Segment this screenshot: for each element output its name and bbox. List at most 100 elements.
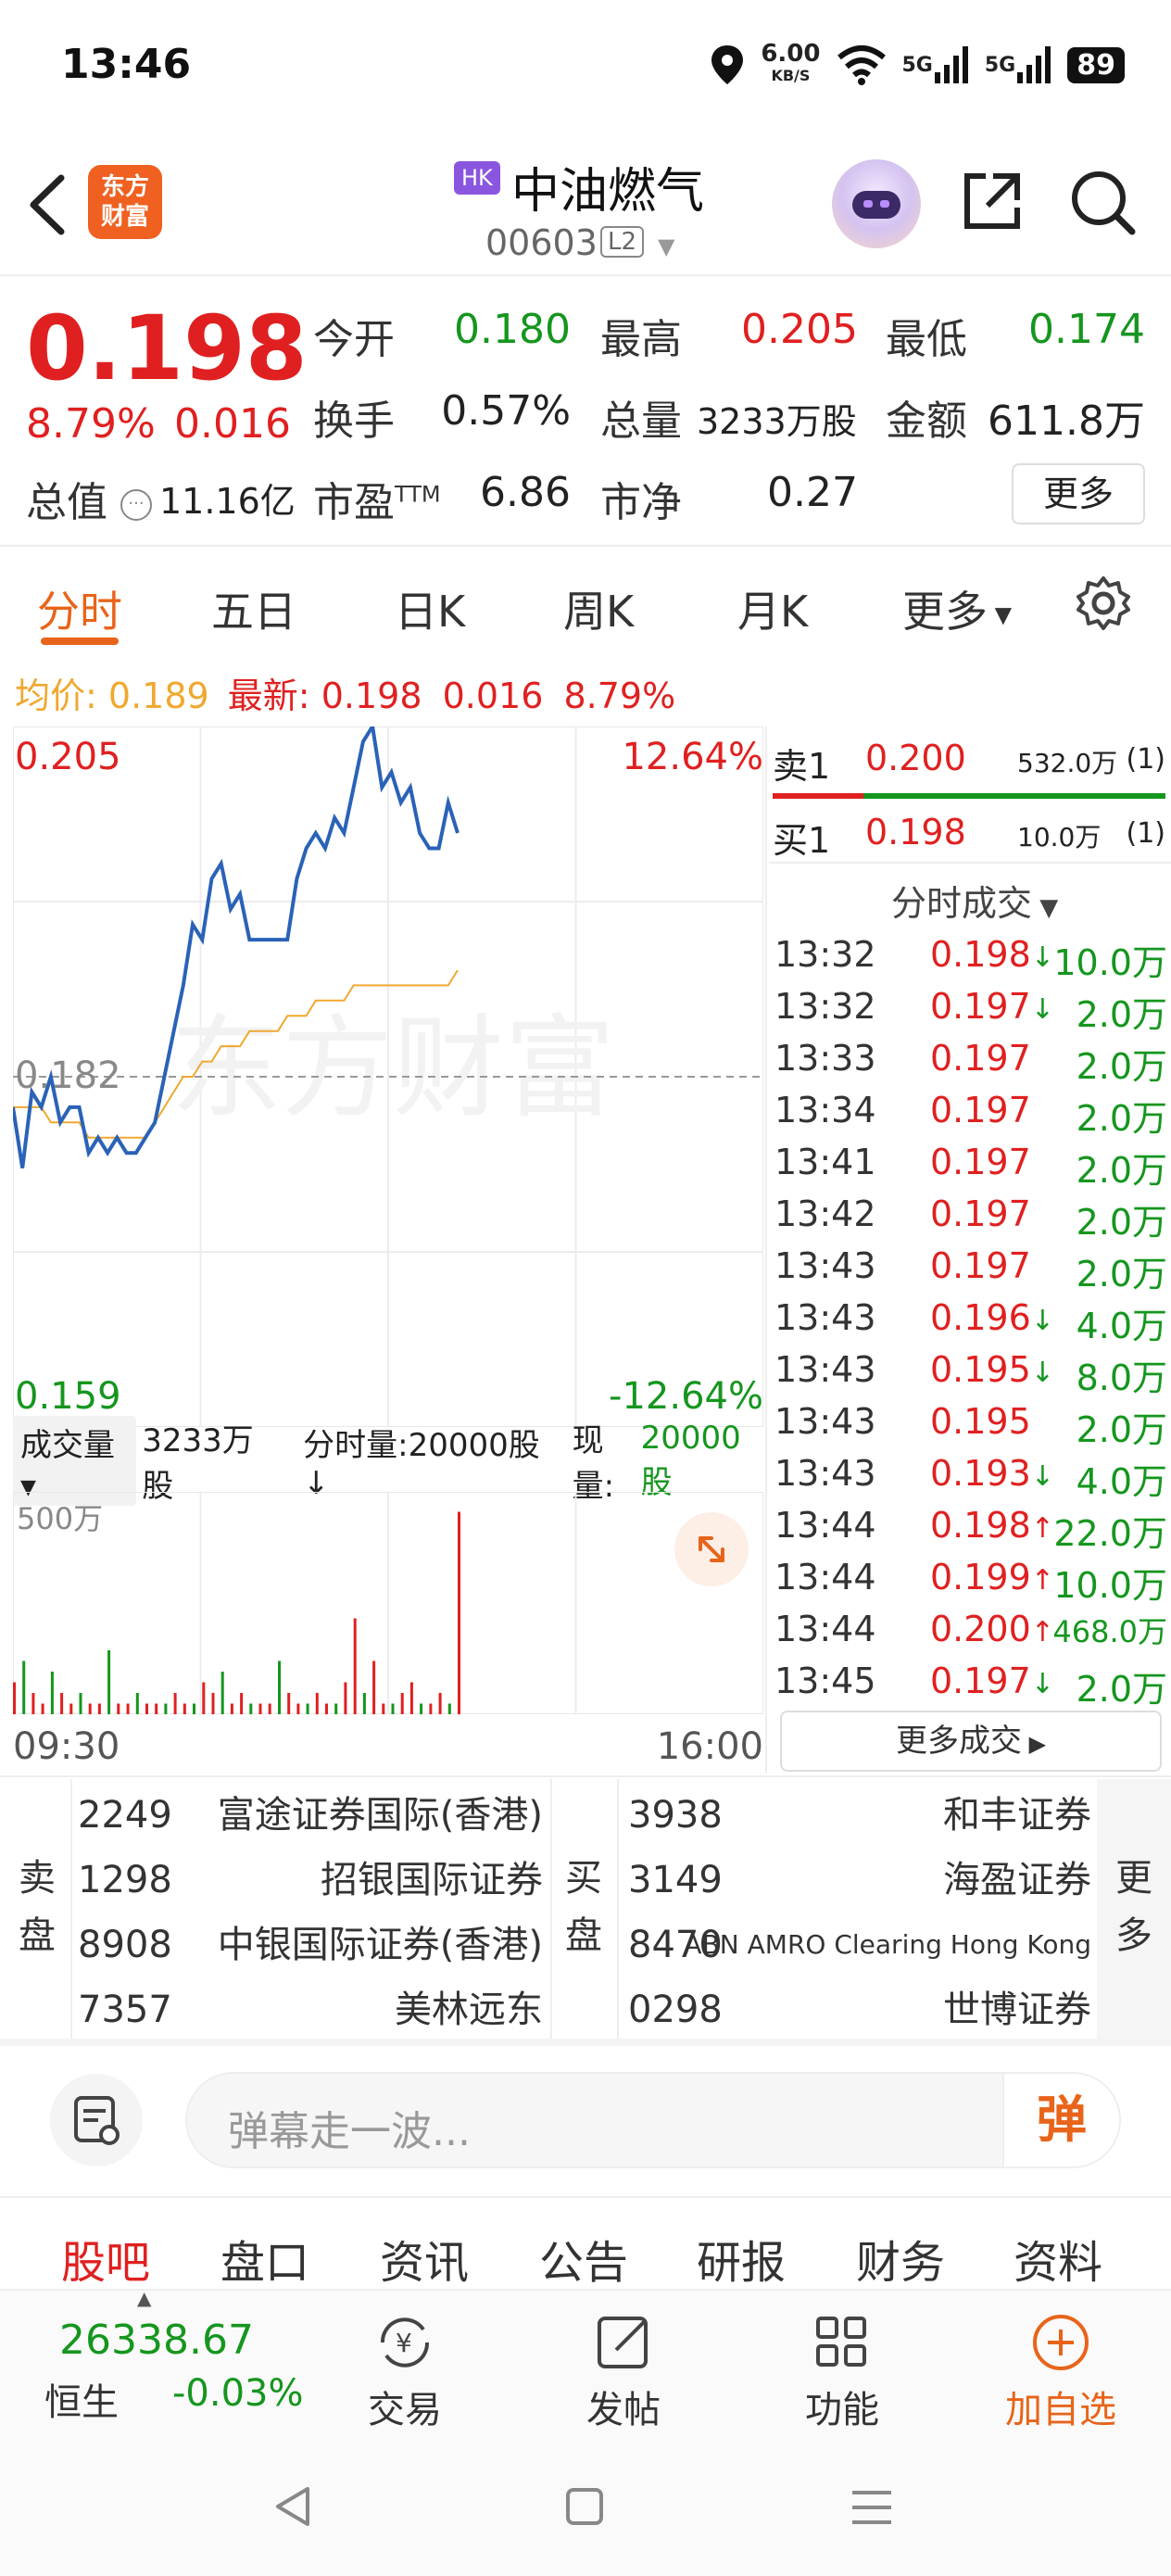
sell-broker-name[interactable]: 富途证券国际(香港) [218,1783,543,1848]
tab-five-day[interactable]: 五日 [211,578,296,639]
buy-broker-name[interactable]: ABN AMRO Clearing Hong Kong [684,1913,1091,1977]
logo-text-2: 财富 [100,203,149,231]
tab-guba[interactable]: 股吧 [61,2226,150,2291]
volume-bars [13,1511,460,1714]
buy-broker-name[interactable]: 世博证券 [943,1977,1091,2042]
buy-broker-code[interactable]: 3938 [628,1783,723,1848]
plus-circle-icon [1033,2315,1089,2370]
edit-icon [598,2317,648,2368]
caret-down-icon: ▼ [988,601,1013,628]
quote-more-button[interactable]: 更多 [1012,463,1145,524]
ask-row[interactable]: 卖1 0.200 532.0万 (1) [773,730,1166,787]
nav-home-icon[interactable] [563,2485,606,2528]
tab-financials[interactable]: 财务 [856,2226,945,2291]
sell-broker-name[interactable]: 中银国际证券(香港) [218,1913,543,1977]
latest-percent: 8.79% [563,676,676,716]
broker-more-label-2: 多 [1115,1914,1152,1957]
buy-broker-name[interactable]: 和丰证券 [943,1783,1091,1848]
trade-label: 交易 [368,2389,442,2431]
active-tab-underline [41,638,119,645]
buy-broker-code[interactable]: 3149 [628,1848,723,1913]
svg-text:¥: ¥ [396,2328,412,2358]
trade-volume: 468.0万 [1052,1614,1167,1649]
tab-news[interactable]: 资讯 [380,2226,469,2291]
functions-button[interactable]: 功能 [782,2309,902,2433]
gear-icon[interactable] [1075,575,1132,632]
danmu-settings-button[interactable] [50,2074,143,2166]
add-watchlist-button[interactable]: 加自选 [1001,2309,1121,2433]
more-dots-icon[interactable]: ··· [120,489,152,521]
trade-price-value: 0.196 [930,1297,1031,1338]
bottom-percent-label: -12.64% [609,1375,763,1418]
trade-price-value: 0.197 [930,1090,1031,1130]
trade-time: 13:34 [774,1090,876,1130]
ai-assistant-avatar[interactable] [832,159,921,248]
bid-row[interactable]: 买1 0.198 10.0万 (1) [773,804,1165,861]
nav-back-icon[interactable] [271,2483,313,2530]
intraday-chart[interactable]: 东方财富 0.205 12.64% 0.182 0.159 -12.64% [13,726,763,1427]
nav-menu-icon[interactable] [849,2487,895,2528]
signal-1-label: 5G [901,53,933,77]
sell-broker-name[interactable]: 招银国际证券 [321,1848,543,1913]
trade-row: 13:43 0.195 2.0万 [774,1401,1167,1453]
tab-pankou[interactable]: 盘口 [220,2226,309,2291]
turnover-value: 0.57% [441,387,571,435]
expand-button[interactable] [674,1512,749,1586]
buy-broker-name[interactable]: 海盈证券 [943,1848,1091,1913]
trade-time: 13:43 [774,1401,876,1442]
trade-volume: 4.0万 [1076,1461,1167,1502]
index-ticker[interactable]: ▲ 26338.67 恒生 -0.03% [0,2287,306,2439]
info-tabs: 股吧 盘口 资讯 公告 研报 财务 资料 [0,2205,1171,2289]
trade-price-value: 0.197 [930,1661,1031,1701]
ask-count: (1) [1126,743,1166,776]
sell-broker-code[interactable]: 2249 [78,1783,172,1848]
sell-broker-code[interactable]: 1298 [78,1848,172,1913]
tab-announcements[interactable]: 公告 [539,2226,628,2291]
tab-weekly-k[interactable]: 周K [563,578,634,639]
volume-bar [287,1693,291,1714]
trades-header[interactable]: 分时成交 ▼ [891,875,1058,926]
more-trades-button[interactable]: 更多成交 ▶ [780,1711,1162,1772]
trade-button[interactable]: ¥ 交易 [345,2309,465,2433]
stock-title[interactable]: HK 中油燃气 00603 L2 ▼ [408,148,778,263]
bottom-price-label: 0.159 [15,1375,121,1418]
caret-up-icon: ▲ [137,2287,152,2309]
pe-value: 6.86 [480,469,571,516]
trade-volume: 2.0万 [1076,1254,1167,1294]
danmu-input[interactable]: 弹幕走一波... 弹 [185,2072,1121,2168]
broker-more-button[interactable]: 更多 [1097,1779,1171,2039]
tab-more[interactable]: 更多 ▼ [902,578,1012,639]
back-arrow-icon[interactable] [20,172,76,237]
tab-profile[interactable]: 资料 [1014,2226,1102,2291]
tab-intraday[interactable]: 分时 [37,578,122,639]
trade-price: 0.197 [930,1193,1031,1234]
chevron-down-icon[interactable]: ▼ [658,234,674,259]
search-icon[interactable] [1065,165,1140,239]
volume-bar [334,1703,338,1714]
trade-row: 13:44 0.199↑ 10.0万 [774,1557,1167,1609]
signal-2: 5G [985,44,1052,85]
sell-broker-code[interactable]: 8908 [78,1913,172,1977]
share-icon[interactable] [954,165,1028,239]
current-price: 0.198 [26,297,308,400]
trade-price-value: 0.197 [930,1245,1031,1286]
trade-time: 13:44 [774,1557,876,1597]
danmu-placeholder: 弹幕走一波... [228,2108,471,2155]
volume-bar [409,1682,413,1714]
tab-research[interactable]: 研报 [697,2226,786,2291]
buy-side-label-2: 盘 [565,1914,602,1957]
app-logo[interactable]: 东方 财富 [88,165,162,239]
trade-row: 13:43 0.195↓ 8.0万 [774,1349,1167,1401]
post-button[interactable]: 发帖 [563,2309,684,2433]
buy-broker-code[interactable]: 0298 [628,1977,723,2042]
volume-chart[interactable]: 500万 [13,1492,763,1714]
tab-daily-k[interactable]: 日K [395,578,465,639]
ask-price: 0.200 [865,738,966,778]
status-icons: 6.00 KB/S 5G 5G 89 [709,37,1125,93]
tab-monthly-k[interactable]: 月K [737,578,808,639]
sell-broker-code[interactable]: 7357 [78,1977,172,2042]
volume-bar [353,1618,357,1714]
trade-price: 0.197 [930,1038,1031,1079]
sell-broker-name[interactable]: 美林远东 [395,1977,543,2042]
danmu-send-button[interactable]: 弹 [1002,2074,1119,2166]
